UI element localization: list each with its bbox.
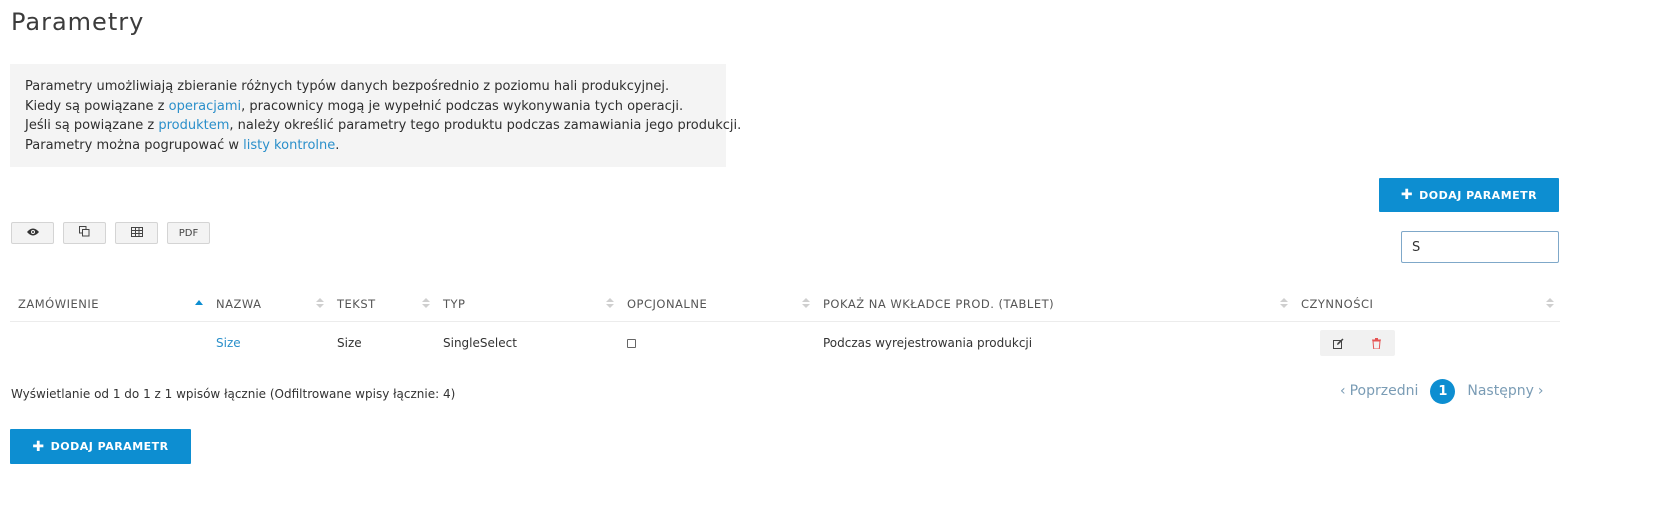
next-page-button[interactable]: Następny ›	[1467, 383, 1543, 399]
column-header-optional[interactable]: OPCJONALNE	[627, 287, 707, 321]
column-header-show-on-tablet[interactable]: POKAŻ NA WKŁADCE PROD. (TABLET)	[823, 287, 1054, 321]
info-line-3: Jeśli są powiązane z produktem, należy o…	[25, 116, 741, 136]
info-line-1: Parametry umożliwiają zbieranie różnych …	[25, 79, 670, 94]
sort-both-icon[interactable]	[316, 297, 324, 309]
operations-link[interactable]: operacjami	[169, 99, 242, 114]
info-line-4: Parametry można pogrupować w listy kontr…	[25, 136, 726, 156]
trash-icon	[1371, 337, 1381, 349]
chevron-left-icon: ‹	[1340, 383, 1346, 399]
copy-button[interactable]	[63, 222, 106, 244]
table-icon	[130, 226, 143, 240]
info-text: Kiedy są powiązane z	[25, 98, 169, 114]
edit-icon	[1333, 338, 1344, 349]
eye-icon	[26, 227, 40, 240]
column-header-order[interactable]: ZAMÓWIENIE	[18, 287, 99, 321]
prev-page-button[interactable]: ‹ Poprzedni	[1340, 383, 1418, 399]
add-parameter-button-top[interactable]: ✚ DODAJ PARAMETR	[1379, 178, 1559, 212]
pdf-export-button[interactable]: PDF	[167, 222, 210, 244]
sort-both-icon[interactable]	[802, 297, 810, 309]
add-parameter-label: DODAJ PARAMETR	[50, 440, 169, 453]
chevron-right-icon: ›	[1537, 383, 1544, 399]
sort-both-icon[interactable]	[1280, 297, 1288, 309]
plus-icon: ✚	[32, 438, 45, 455]
export-toolbar: PDF	[11, 222, 210, 244]
next-label: Następny	[1467, 383, 1534, 399]
table-info-status: Wyświetlanie od 1 do 1 z 1 wpisów łączni…	[11, 387, 456, 401]
info-text: , należy określić parametry tego produkt…	[229, 118, 742, 133]
cell-text: Size	[337, 336, 362, 350]
add-parameter-button-bottom[interactable]: ✚ DODAJ PARAMETR	[10, 429, 191, 464]
edit-button[interactable]	[1324, 333, 1354, 353]
product-link[interactable]: produktem	[158, 118, 229, 133]
column-header-text[interactable]: TEKST	[337, 287, 376, 321]
page-title: Parametry	[11, 8, 145, 36]
row-actions	[1320, 330, 1395, 356]
table-header: ZAMÓWIENIE NAZWA TEKST TYP OPCJONALNE PO…	[10, 287, 1560, 322]
column-header-actions[interactable]: CZYNNOŚCI	[1301, 287, 1373, 321]
column-header-name[interactable]: NAZWA	[216, 287, 261, 321]
info-text: .	[335, 137, 340, 153]
column-visibility-button[interactable]	[11, 222, 54, 244]
info-text: Parametry można pogrupować w	[25, 137, 244, 153]
info-box: Parametry umożliwiają zbieranie różnych …	[10, 64, 741, 167]
delete-button[interactable]	[1361, 333, 1391, 353]
sort-both-icon[interactable]	[422, 297, 430, 309]
sort-both-icon[interactable]	[1546, 297, 1554, 309]
checklists-link[interactable]: listy kontrolne	[243, 138, 335, 153]
page-number-button[interactable]: 1	[1430, 378, 1456, 404]
copy-icon	[79, 226, 90, 240]
cell-show-on-tablet: Podczas wyrejestrowania produkcji	[823, 336, 1033, 350]
info-text: , pracownicy mogą je wypełnić podczas wy…	[241, 98, 684, 114]
add-parameter-label: DODAJ PARAMETR	[1419, 188, 1538, 202]
prev-label: Poprzedni	[1349, 383, 1419, 399]
info-line-2: Kiedy są powiązane z operacjami, pracown…	[25, 97, 726, 117]
column-header-type[interactable]: TYP	[443, 287, 465, 321]
cell-type: SingleSelect	[443, 336, 517, 350]
search-input[interactable]	[1401, 231, 1559, 263]
pagination: ‹ Poprzedni 1 Następny ›	[1340, 378, 1543, 404]
parameter-name-link[interactable]: Size	[216, 336, 241, 350]
table-row: Size Size SingleSelect Podczas wyrejestr…	[10, 322, 1560, 364]
info-text: Jeśli są powiązane z	[25, 118, 159, 133]
sort-asc-icon[interactable]	[195, 297, 203, 309]
sort-both-icon[interactable]	[606, 297, 614, 309]
optional-checkbox	[627, 338, 636, 348]
plus-icon: ✚	[1400, 187, 1414, 203]
excel-export-button[interactable]	[115, 222, 158, 244]
